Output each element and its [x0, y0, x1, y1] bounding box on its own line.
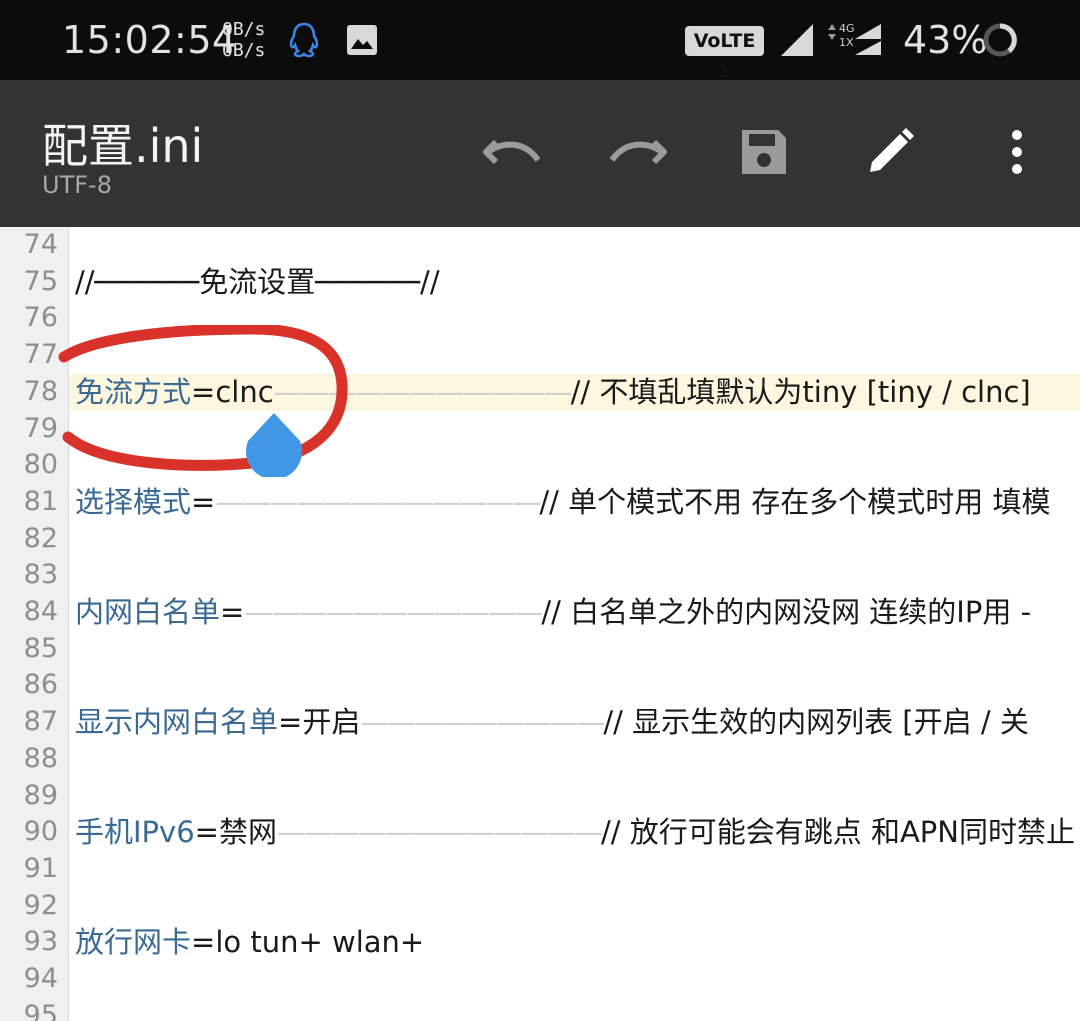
line-content[interactable]: 手机IPv6=禁网————————————// 放行可能会有跳点 和APN同时禁…	[75, 814, 1075, 850]
code-line[interactable]: 83	[0, 557, 1080, 594]
more-options-button[interactable]	[985, 120, 1049, 184]
code-line[interactable]: 86	[0, 667, 1080, 704]
image-notification-icon	[345, 23, 379, 61]
status-time: 15:02:54	[62, 18, 237, 62]
separator-dashes: ————————————	[276, 815, 603, 850]
network-type-bottom: 1X	[839, 36, 854, 49]
line-number: 77	[23, 339, 58, 371]
pencil-icon	[870, 128, 914, 172]
line-comment: // 白名单之外的内网没网 连续的IP用 -	[541, 595, 1032, 629]
line-number: 93	[23, 926, 58, 958]
config-value: =开启	[278, 705, 361, 740]
line-number: 94	[23, 963, 58, 994]
line-number: 78	[23, 375, 58, 407]
signal-sim1-icon	[779, 22, 815, 62]
line-number: 81	[23, 485, 58, 517]
config-key: 放行网卡	[75, 925, 192, 960]
more-vert-icon	[1012, 130, 1022, 174]
code-line[interactable]: 95	[0, 998, 1080, 1021]
line-number: 84	[23, 596, 58, 627]
qq-notification-icon	[286, 21, 322, 63]
save-icon	[742, 130, 786, 174]
line-number: 90	[23, 816, 58, 848]
code-line[interactable]: 90 手机IPv6=禁网————————————// 放行可能会有跳点 和APN同…	[0, 814, 1080, 851]
line-content[interactable]: //──────免流设置──────//	[75, 264, 440, 300]
line-number: 82	[23, 522, 58, 554]
separator-dashes: ————————————	[215, 484, 541, 519]
config-value: =lo tun+ wlan+	[191, 925, 425, 960]
code-line[interactable]: 84 内网白名单=———————————// 白名单之外的内网没网 连续的IP用 …	[0, 594, 1080, 631]
speed-down: 0B/s	[222, 40, 266, 61]
code-line[interactable]: 81 选择模式=————————————// 单个模式不用 存在多个模式时用 填模	[0, 484, 1080, 521]
config-value: =禁网	[194, 815, 277, 850]
file-encoding[interactable]: UTF-8	[42, 171, 112, 199]
line-number: 91	[23, 852, 58, 884]
line-number: 87	[23, 706, 58, 738]
line-number: 88	[23, 742, 58, 774]
network-type: 4G 1X	[839, 22, 855, 50]
save-button[interactable]	[732, 120, 796, 184]
line-number: 75	[23, 265, 58, 297]
code-line[interactable]: 74	[0, 227, 1080, 264]
line-content[interactable]: 选择模式=————————————// 单个模式不用 存在多个模式时用 填模	[75, 484, 1051, 520]
volte-badge: VoLTE 1	[685, 26, 764, 82]
cursor-handle-icon[interactable]	[244, 411, 304, 477]
config-value: //──────免流设置──────//	[75, 264, 440, 299]
config-key: 内网白名单	[75, 595, 221, 629]
code-line[interactable]: 94	[0, 961, 1080, 998]
edit-button[interactable]	[858, 120, 922, 184]
line-number: 86	[23, 669, 58, 701]
config-key: 手机IPv6	[75, 815, 195, 850]
line-number: 76	[23, 302, 58, 334]
battery-percent: 43%	[903, 18, 988, 62]
speed-up: 0B/s	[222, 19, 266, 40]
undo-button[interactable]	[480, 120, 544, 184]
code-line[interactable]: 82	[0, 521, 1080, 558]
code-line[interactable]: 87 显示内网白名单=开启—————————// 显示生效的内网列表 [开启 / …	[0, 704, 1080, 741]
line-comment: // 单个模式不用 存在多个模式时用 填模	[539, 484, 1051, 519]
code-line[interactable]: 92	[0, 888, 1080, 925]
code-line[interactable]: 91	[0, 851, 1080, 888]
status-bar: 15:02:54 0B/s 0B/s VoLTE 1 4G 1X 43%	[0, 0, 1080, 82]
line-content[interactable]: 放行网卡=lo tun+ wlan+	[75, 924, 424, 960]
line-number: 92	[23, 889, 58, 921]
red-annotation-circle	[58, 325, 348, 471]
code-line[interactable]: 85	[0, 631, 1080, 668]
network-speed: 0B/s 0B/s	[222, 19, 265, 61]
code-line[interactable]: 88	[0, 741, 1080, 778]
line-number: 85	[23, 632, 58, 664]
line-comment: // 放行可能会有跳点 和APN同时禁止	[600, 815, 1075, 850]
line-content[interactable]: 显示内网白名单=开启—————————// 显示生效的内网列表 [开启 / 关	[75, 704, 1029, 740]
line-comment: // 不填乱填默认为tiny [tiny / clnc]	[570, 374, 1031, 409]
separator-dashes: —————————	[360, 705, 605, 740]
line-comment: // 显示生效的内网列表 [开启 / 关	[603, 705, 1029, 740]
separator-dashes: ———————————	[244, 595, 543, 629]
line-content[interactable]: 内网白名单=———————————// 白名单之外的内网没网 连续的IP用 -	[75, 594, 1031, 630]
line-number: 89	[23, 779, 58, 811]
file-title: 配置.ini	[42, 119, 204, 173]
code-line[interactable]: 89	[0, 778, 1080, 815]
line-number: 95	[23, 999, 58, 1021]
config-value: =	[191, 484, 216, 519]
app-toolbar: 配置.ini UTF-8	[0, 80, 1080, 227]
redo-icon	[609, 139, 667, 165]
config-value: =	[220, 595, 245, 629]
code-line[interactable]: 93 放行网卡=lo tun+ wlan+	[0, 924, 1080, 961]
line-number: 80	[23, 449, 58, 481]
network-type-top: 4G	[839, 22, 855, 35]
config-key: 显示内网白名单	[75, 705, 279, 740]
line-number: 83	[23, 559, 58, 591]
redo-button[interactable]	[606, 120, 670, 184]
line-number: 74	[23, 229, 58, 260]
undo-icon	[483, 139, 541, 165]
code-line[interactable]: 75 //──────免流设置──────//	[0, 264, 1080, 301]
config-key: 选择模式	[75, 484, 192, 519]
line-number: 79	[23, 412, 58, 444]
battery-icon	[982, 22, 1018, 62]
